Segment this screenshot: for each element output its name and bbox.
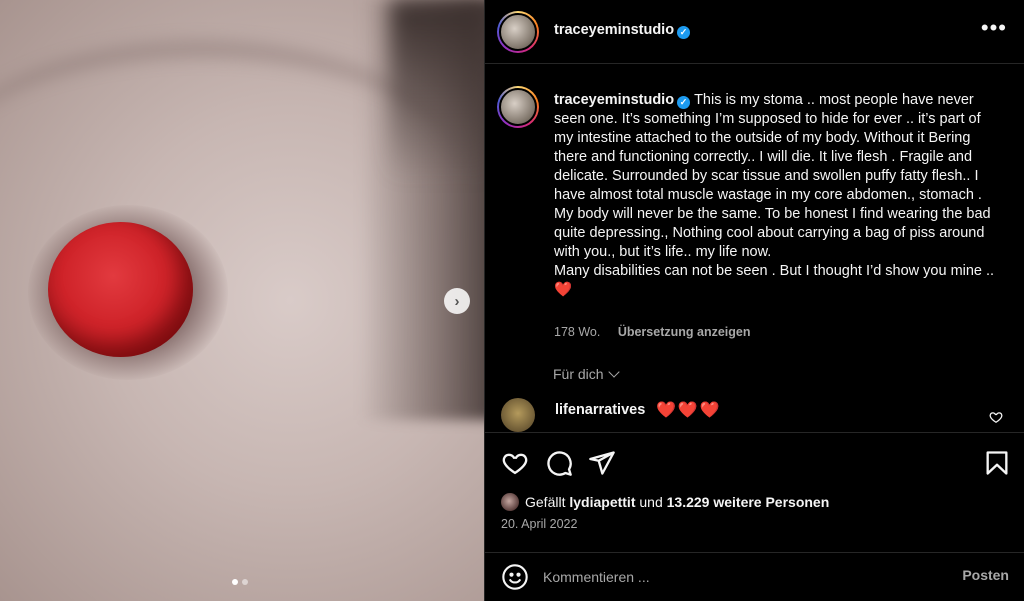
- likes-connector: und: [639, 494, 663, 510]
- author-username[interactable]: traceyeminstudio ✓: [554, 22, 691, 39]
- heart-emoji: ❤️: [554, 282, 573, 298]
- commenter-username[interactable]: lifenarratives: [555, 402, 645, 418]
- comment-input[interactable]: [543, 566, 923, 588]
- commenter-avatar[interactable]: [501, 398, 535, 432]
- post-side-panel: traceyeminstudio ✓ ••• traceyeminstudio ✓ T…: [484, 0, 1024, 601]
- comment-like-heart-icon[interactable]: [989, 410, 1003, 424]
- emoji-smiley-icon[interactable]: [501, 563, 529, 591]
- post-media[interactable]: ›: [0, 0, 484, 601]
- for-you-toggle[interactable]: Für dich: [553, 366, 620, 382]
- post-actions: Gefällt lydiapettit und 13.229 weitere P…: [485, 432, 1024, 560]
- carousel-dot: [242, 579, 248, 585]
- caption-username-text[interactable]: traceyeminstudio: [554, 92, 674, 108]
- liker-username[interactable]: lydiapettit: [569, 494, 635, 510]
- for-you-label: Für dich: [553, 366, 604, 382]
- post-comment-button[interactable]: Posten: [962, 567, 1009, 583]
- more-options-button[interactable]: •••: [981, 17, 1007, 39]
- skin-shadow-top: [390, 0, 484, 180]
- comment-bubble-icon[interactable]: [545, 449, 573, 477]
- likes-prefix: Gefällt: [525, 494, 566, 510]
- comment-text: ❤️❤️❤️: [656, 402, 722, 419]
- post-date[interactable]: 20. April 2022: [501, 517, 577, 531]
- carousel-dot-active: [232, 579, 238, 585]
- like-heart-icon[interactable]: [501, 449, 529, 477]
- add-comment-bar: Posten: [485, 552, 1024, 601]
- chevron-right-icon: ›: [454, 292, 460, 310]
- caption-username[interactable]: traceyeminstudio ✓: [554, 92, 691, 109]
- caption-time: 178 Wo.: [554, 325, 601, 339]
- likes-summary: Gefällt lydiapettit und 13.229 weitere P…: [501, 493, 829, 511]
- chevron-down-icon: [607, 366, 620, 378]
- post-header: traceyeminstudio ✓ •••: [485, 0, 1024, 64]
- save-bookmark-icon[interactable]: [983, 449, 1011, 477]
- next-media-button[interactable]: ›: [444, 288, 470, 314]
- author-username-text[interactable]: traceyeminstudio: [554, 22, 674, 38]
- likes-count[interactable]: 13.229 weitere Personen: [667, 494, 830, 510]
- carousel-indicator: [232, 579, 248, 585]
- show-translation-button[interactable]: Übersetzung anzeigen: [618, 325, 751, 339]
- liker-avatar[interactable]: [501, 493, 519, 511]
- author-avatar[interactable]: [497, 11, 539, 53]
- caption-avatar[interactable]: [497, 86, 539, 128]
- stoma-image: [48, 222, 193, 357]
- comment-item: lifenarratives ❤️❤️❤️: [501, 398, 1011, 432]
- share-paper-plane-icon[interactable]: [588, 449, 616, 477]
- verified-badge-icon: ✓: [677, 96, 691, 109]
- caption-body: traceyeminstudio ✓ This is my stoma .. mos…: [554, 91, 1002, 300]
- verified-badge-icon: ✓: [677, 26, 691, 39]
- caption-meta: 178 Wo. Übersetzung anzeigen: [554, 325, 750, 339]
- caption-text: This is my stoma .. most people have nev…: [554, 92, 995, 279]
